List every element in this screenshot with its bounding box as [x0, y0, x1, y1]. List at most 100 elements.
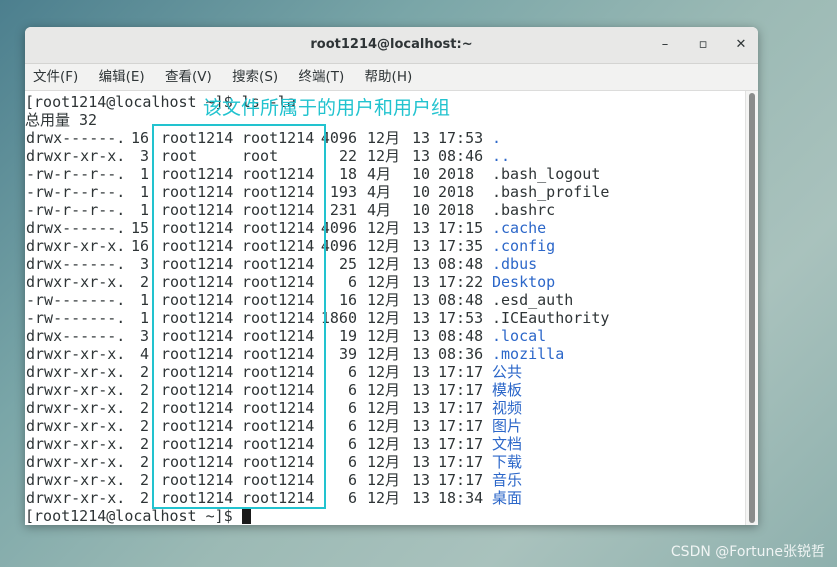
- listing-time: 08:48: [438, 255, 484, 273]
- listing-day: 13: [412, 489, 431, 507]
- listing-links: 2: [139, 363, 149, 381]
- title-bar[interactable]: root1214@localhost:~ – ▫ ✕: [25, 27, 758, 64]
- listing-row: drwxr-xr-x. 2 root1214 root1214 6 12月 13 17:22 D…: [25, 273, 746, 291]
- listing-links: 2: [139, 453, 149, 471]
- listing-time: 2018: [438, 201, 475, 219]
- listing-row: drwxr-xr-x. 2 root1214 root1214 6 12月 13 17:17 音…: [25, 471, 746, 489]
- listing-month: 12月: [367, 489, 401, 507]
- listing-name: 文档: [492, 435, 523, 453]
- listing-name: 音乐: [492, 471, 523, 489]
- minimize-icon[interactable]: –: [656, 36, 674, 54]
- scrollbar[interactable]: [745, 91, 758, 525]
- listing-perm: -rw-r--r--.: [26, 165, 126, 183]
- menu-help[interactable]: 帮助(H): [357, 64, 421, 90]
- listing-time: 17:15: [438, 219, 484, 237]
- listing-perm: drwxr-xr-x.: [26, 471, 126, 489]
- listing-row: -rw-------. 1 root1214 root1214 16 12月 13 08:48…: [25, 291, 746, 309]
- menu-search[interactable]: 搜索(S): [224, 64, 286, 90]
- listing-month: 12月: [367, 417, 401, 435]
- menu-edit[interactable]: 编辑(E): [91, 64, 153, 90]
- listing-links: 1: [139, 309, 149, 327]
- listing-time: 2018: [438, 165, 475, 183]
- listing-month: 12月: [367, 291, 401, 309]
- listing-perm: drwxr-xr-x.: [26, 399, 126, 417]
- listing-time: 08:46: [438, 147, 484, 165]
- listing-day: 13: [412, 291, 431, 309]
- listing-day: 13: [412, 345, 431, 363]
- menu-bar: 文件(F) 编辑(E) 查看(V) 搜索(S) 终端(T) 帮助(H): [25, 64, 758, 91]
- listing-name: 公共: [492, 363, 523, 381]
- listing-name: 桌面: [492, 489, 523, 507]
- listing-day: 10: [412, 183, 431, 201]
- listing-links: 1: [139, 165, 149, 183]
- menu-view[interactable]: 查看(V): [157, 64, 220, 90]
- close-icon[interactable]: ✕: [732, 36, 750, 54]
- maximize-icon[interactable]: ▫: [694, 36, 712, 54]
- listing-row: drwxr-xr-x. 16 root1214 root1214 4096 12月 13 17…: [25, 237, 746, 255]
- listing-month: 12月: [367, 381, 401, 399]
- listing-day: 13: [412, 363, 431, 381]
- listing-perm: drwxr-xr-x.: [26, 453, 126, 471]
- listing-month: 4月: [367, 183, 392, 201]
- listing-day: 13: [412, 471, 431, 489]
- listing-links: 16: [130, 129, 149, 147]
- listing-month: 12月: [367, 399, 401, 417]
- listing-perm: drwxr-xr-x.: [26, 363, 126, 381]
- listing-day: 13: [412, 327, 431, 345]
- listing-perm: drwx------.: [26, 255, 126, 273]
- terminal-output[interactable]: [root1214@localhost ~]$ ls -la 总用量 32 dr…: [25, 91, 746, 525]
- listing-row: -rw-r--r--. 1 root1214 root1214 231 4月 10 2018.…: [25, 201, 746, 219]
- listing-time: 17:22: [438, 273, 484, 291]
- listing-perm: -rw-------.: [26, 309, 126, 327]
- listing-month: 12月: [367, 255, 401, 273]
- listing-day: 13: [412, 309, 431, 327]
- listing-time: 17:17: [438, 435, 484, 453]
- prompt-line[interactable]: [root1214@localhost ~]$: [25, 507, 746, 525]
- listing-month: 12月: [367, 471, 401, 489]
- listing-day: 13: [412, 417, 431, 435]
- scrollbar-thumb[interactable]: [749, 93, 755, 523]
- listing-perm: drwxr-xr-x.: [26, 489, 126, 507]
- listing-perm: drwxr-xr-x.: [26, 417, 126, 435]
- listing-links: 1: [139, 291, 149, 309]
- listing-month: 12月: [367, 219, 401, 237]
- listing-name: .cache: [492, 219, 547, 237]
- listing-time: 17:17: [438, 453, 484, 471]
- prompt-text: [root1214@localhost ~]$: [25, 507, 242, 525]
- listing-name: .: [492, 129, 502, 147]
- listing-perm: drwxr-xr-x.: [26, 147, 126, 165]
- listing-links: 2: [139, 381, 149, 399]
- listing-day: 13: [412, 399, 431, 417]
- listing-name: .bash_logout: [492, 165, 601, 183]
- listing-perm: drwxr-xr-x.: [26, 237, 126, 255]
- listing-day: 13: [412, 147, 431, 165]
- menu-file[interactable]: 文件(F): [25, 64, 86, 90]
- annotation-box: [152, 124, 326, 509]
- listing-row: drwxr-xr-x. 2 root1214 root1214 6 12月 13 17:17 文…: [25, 435, 746, 453]
- listing-day: 13: [412, 453, 431, 471]
- listing-month: 12月: [367, 147, 401, 165]
- listing-time: 08:36: [438, 345, 484, 363]
- listing-name: .dbus: [492, 255, 538, 273]
- menu-terminal[interactable]: 终端(T): [290, 64, 352, 90]
- listing-links: 1: [139, 183, 149, 201]
- listing-name: 模板: [492, 381, 523, 399]
- annotation-label: 该文件所属于的用户和用户组: [203, 97, 451, 119]
- listing-perm: drwx------.: [26, 129, 126, 147]
- listing-name: 下载: [492, 453, 523, 471]
- listing-name: .bashrc: [492, 201, 556, 219]
- listing-name: 图片: [492, 417, 523, 435]
- listing-day: 13: [412, 129, 431, 147]
- listing-links: 3: [139, 255, 149, 273]
- listing-name: ..: [492, 147, 511, 165]
- listing-name: .ICEauthority: [492, 309, 610, 327]
- listing-links: 1: [139, 201, 149, 219]
- listing-day: 10: [412, 201, 431, 219]
- listing-row: -rw-r--r--. 1 root1214 root1214 193 4月 10 2018.…: [25, 183, 746, 201]
- listing-time: 08:48: [438, 291, 484, 309]
- listing-name: .esd_auth: [492, 291, 574, 309]
- listing-month: 12月: [367, 345, 401, 363]
- listing-perm: drwxr-xr-x.: [26, 381, 126, 399]
- listing-row: drwxr-xr-x. 4 root1214 root1214 39 12月 13 08:36…: [25, 345, 746, 363]
- listing-time: 17:35: [438, 237, 484, 255]
